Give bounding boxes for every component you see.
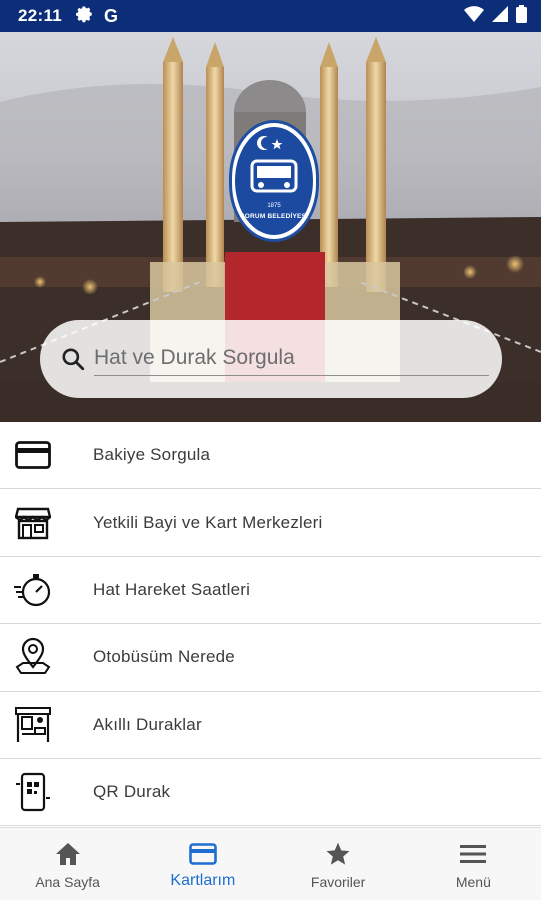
store-icon [13,503,53,543]
menu-item-label: QR Durak [93,782,171,802]
qr-phone-icon [13,772,53,812]
bus-stop-icon [13,705,53,745]
bus-emblem-icon [250,136,298,193]
menu-list: Bakiye Sorgula Yetkili Bayi ve Kart Merk… [0,422,541,827]
menu-item-qr-durak[interactable]: QR Durak [0,758,541,827]
nav-item-menu[interactable]: Menü [406,828,541,900]
search-bar[interactable] [40,320,502,398]
wifi-icon [464,5,484,27]
menu-item-bakiye-sorgula[interactable]: Bakiye Sorgula [0,422,541,490]
menu-item-yetkili-bayi[interactable]: Yetkili Bayi ve Kart Merkezleri [0,489,541,557]
municipality-logo: 1875 ÇORUM BELEDİYESİ [229,120,319,242]
hero-banner: 1875 ÇORUM BELEDİYESİ [0,32,541,422]
logo-year: 1875 [267,203,281,209]
menu-item-label: Otobüsüm Nerede [93,647,235,667]
stopwatch-icon [13,570,53,610]
menu-item-hat-hareket-saatleri[interactable]: Hat Hareket Saatleri [0,556,541,625]
menu-item-label: Bakiye Sorgula [93,445,211,465]
gear-icon [76,5,94,28]
nav-label: Menü [455,874,491,890]
nav-item-ana-sayfa[interactable]: Ana Sayfa [0,828,135,900]
menu-item-akilli-duraklar[interactable]: Akıllı Duraklar [0,691,541,759]
google-icon: G [104,5,119,26]
battery-icon [516,4,527,28]
bottom-navigation: Ana Sayfa Kartlarım Favoriler Menü [0,827,541,900]
credit-card-icon [13,435,53,475]
cellular-signal-icon [492,5,508,27]
menu-item-label: Hat Hareket Saatleri [93,579,251,599]
menu-item-label: Yetkili Bayi ve Kart Merkezleri [93,512,323,532]
nav-label: Ana Sayfa [35,874,100,890]
search-icon[interactable] [60,346,86,372]
logo-text: ÇORUM BELEDİYESİ [239,213,309,220]
card-icon [189,840,217,868]
nav-item-favoriler[interactable]: Favoriler [271,828,406,900]
home-icon [54,840,82,868]
status-time: 22:11 [18,6,63,25]
star-icon [324,840,352,868]
hamburger-icon [459,840,487,868]
nav-label: Kartlarım [170,872,236,889]
menu-item-otobusum-nerede[interactable]: Otobüsüm Nerede [0,624,541,692]
map-pin-icon [13,637,53,677]
nav-item-kartlarim[interactable]: Kartlarım [135,828,270,900]
menu-item-label: Akıllı Duraklar [93,714,202,734]
search-input[interactable] [94,342,489,376]
status-bar: 22:11 G [0,0,541,32]
nav-label: Favoriler [310,874,366,890]
